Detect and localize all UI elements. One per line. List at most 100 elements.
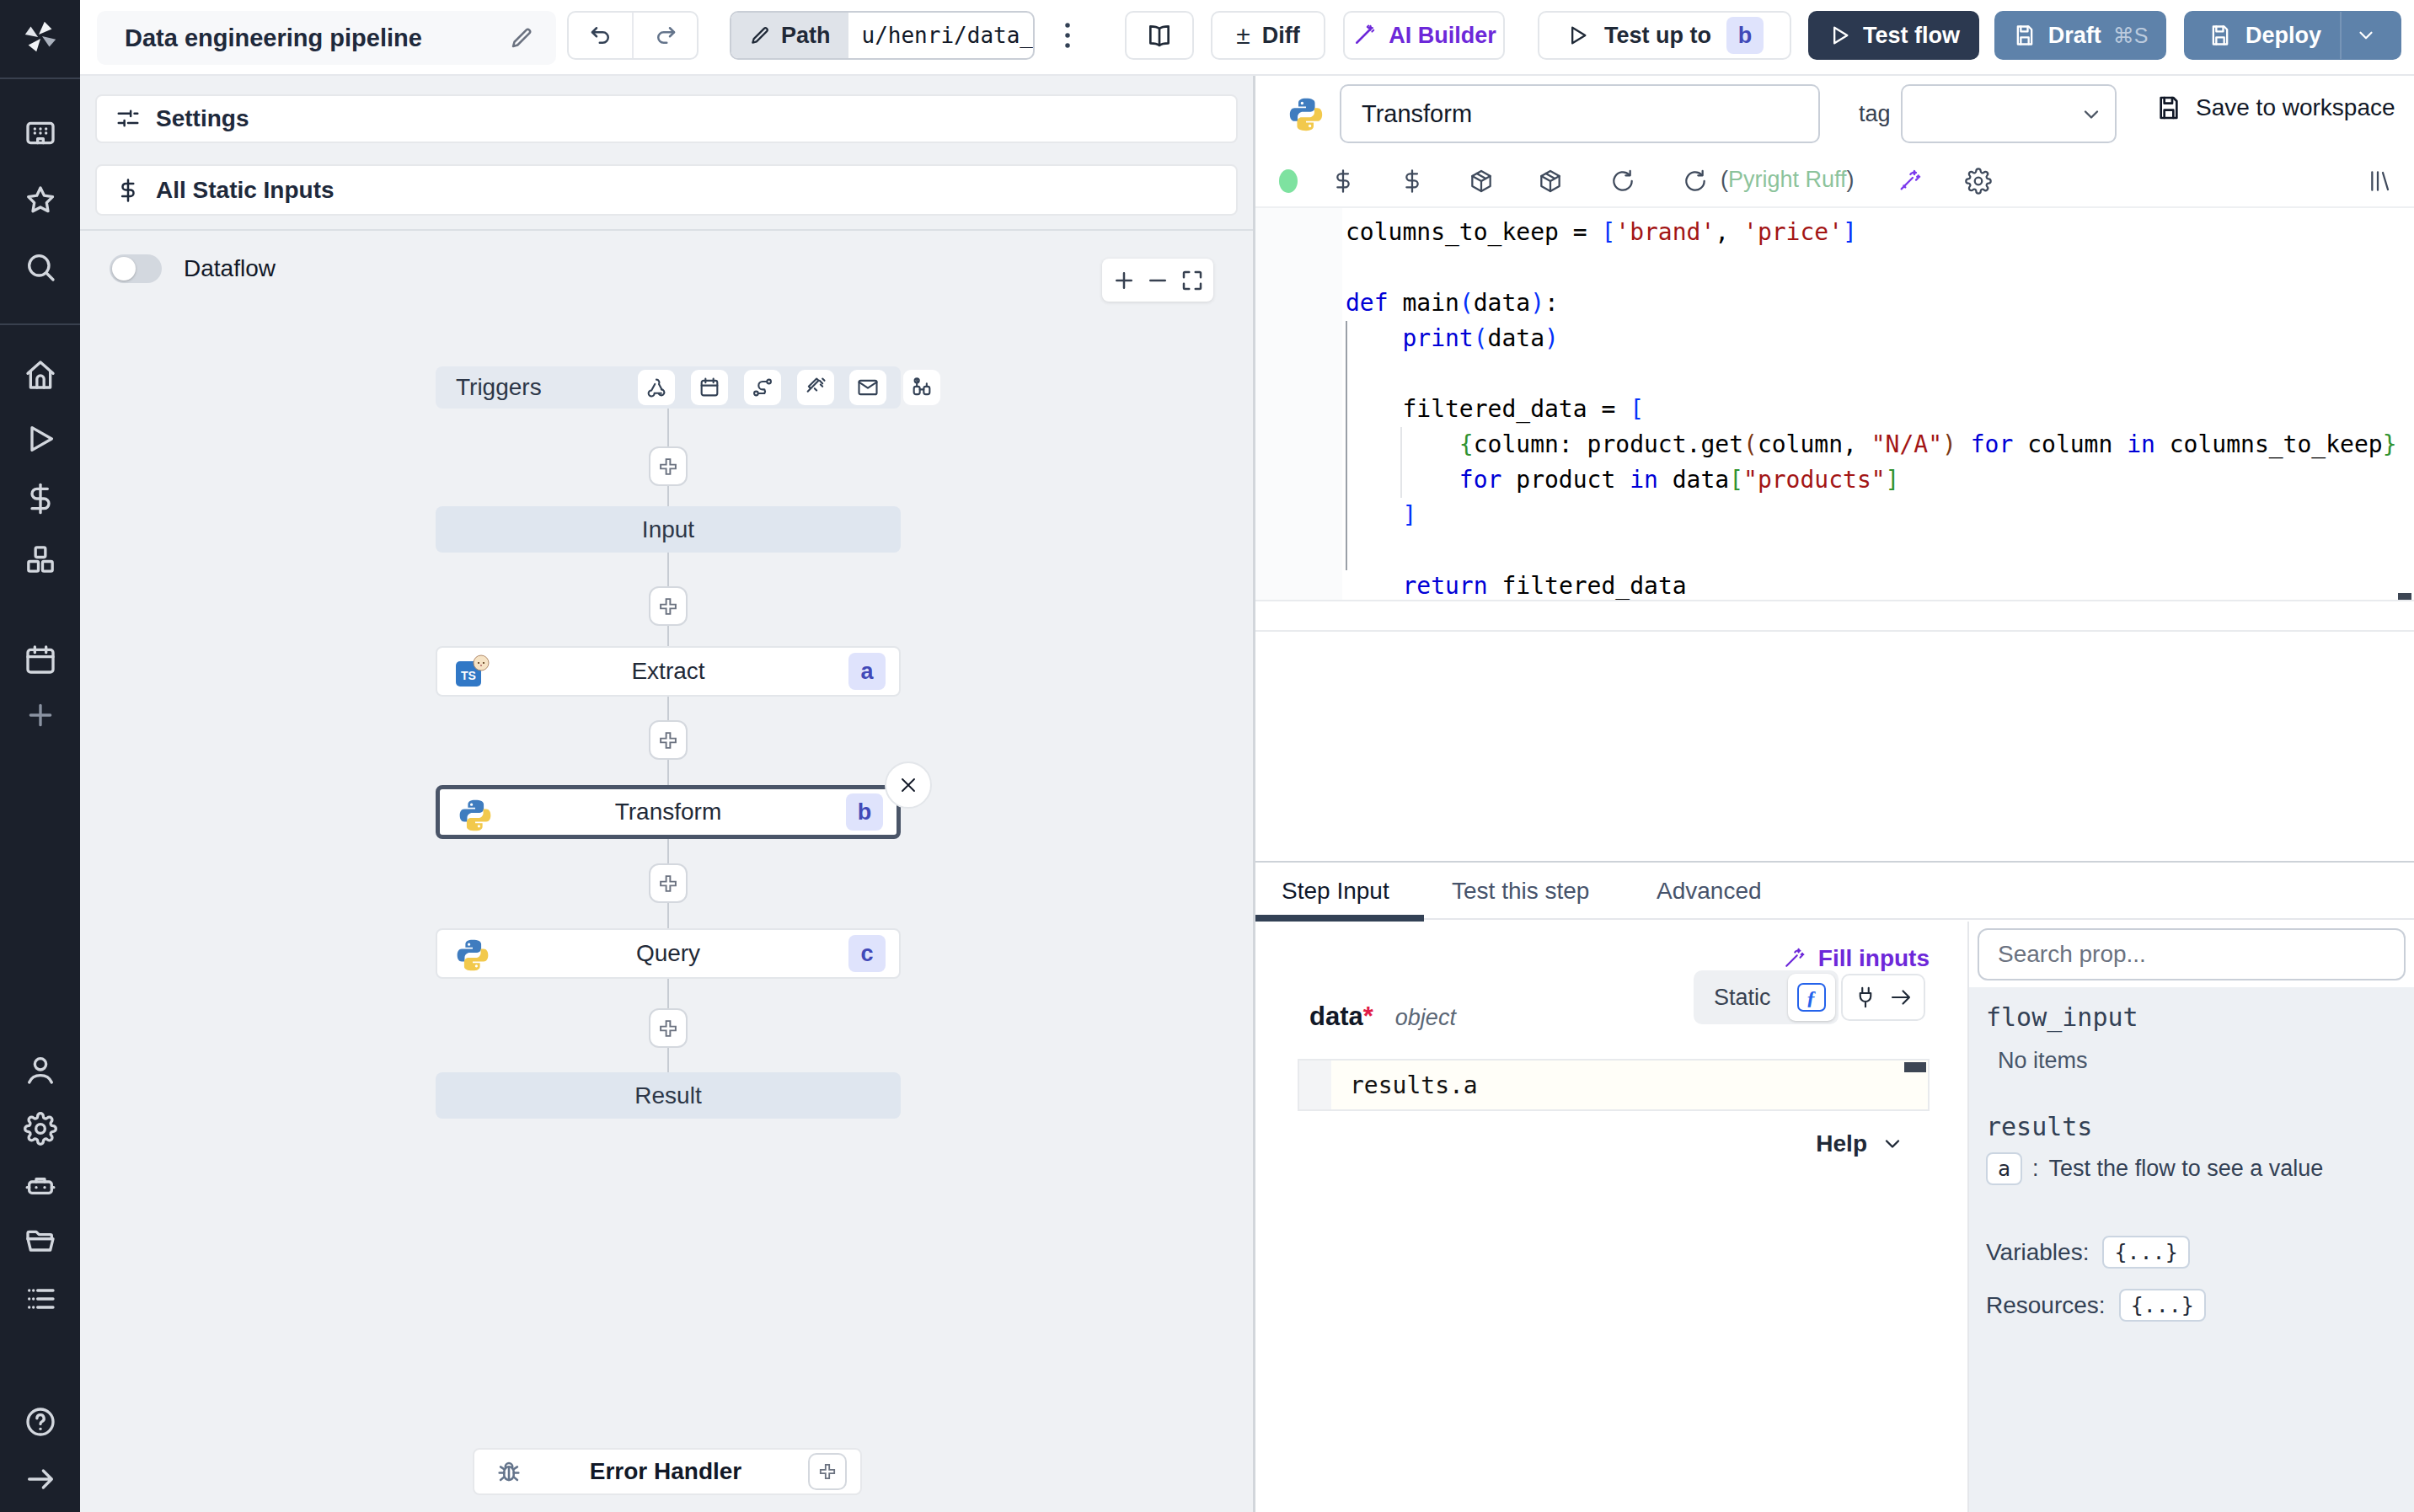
plug-icon[interactable] (1853, 985, 1878, 1010)
poll-trigger-icon[interactable] (903, 370, 940, 405)
dataflow-toggle[interactable] (110, 254, 162, 283)
all-static-inputs-button[interactable]: All Static Inputs (95, 164, 1238, 216)
variables-icon[interactable] (0, 482, 80, 516)
input-node[interactable]: Input (436, 506, 901, 553)
editor-settings-icon[interactable] (1965, 168, 1992, 195)
expression-value[interactable]: results.a (1350, 1071, 1478, 1099)
logs-icon[interactable] (0, 1282, 80, 1316)
http-route-trigger-icon[interactable] (744, 370, 781, 405)
workers-icon[interactable] (0, 1169, 80, 1203)
add-step-button[interactable] (649, 863, 688, 903)
reload-icon[interactable] (1682, 168, 1709, 195)
static-inputs-icon[interactable] (1330, 168, 1357, 195)
add-step-button[interactable] (649, 1008, 688, 1048)
search-prop-input[interactable]: Search prop... (1978, 928, 2406, 980)
remove-step-button[interactable] (885, 761, 932, 809)
resources-row[interactable]: Resources: {...} (1986, 1289, 2206, 1322)
schedule-trigger-icon[interactable] (691, 370, 728, 405)
ai-assist-icon[interactable] (1896, 168, 1923, 195)
flow-input-section[interactable]: flow_input (1986, 1002, 2138, 1032)
reload-icon[interactable] (1609, 168, 1636, 195)
code-line[interactable]: filtered_data = [ (1346, 392, 2397, 427)
code-editor[interactable]: columns_to_keep = ['brand', 'price'] def … (1255, 206, 2414, 600)
static-mode-option[interactable]: Static (1697, 985, 1788, 1011)
tab-advanced[interactable]: Advanced (1657, 863, 1762, 920)
redo-button[interactable] (634, 13, 697, 58)
javascript-mode-option[interactable]: ƒ (1788, 974, 1835, 1021)
code-line[interactable]: ] (1346, 498, 2397, 533)
code-line[interactable] (1346, 533, 2397, 569)
workspace-icon[interactable] (0, 116, 80, 150)
email-trigger-icon[interactable] (849, 370, 886, 405)
add-error-handler-button[interactable] (808, 1453, 847, 1490)
windmill-logo[interactable] (0, 17, 80, 56)
code-line[interactable]: for product in data["products"] (1346, 462, 2397, 498)
runs-icon[interactable] (0, 422, 80, 456)
step-label: Transform (440, 799, 897, 825)
package-icon[interactable] (1468, 168, 1495, 195)
path-input[interactable]: u/henri/data_ (848, 13, 1034, 58)
variables-row[interactable]: Variables: {...} (1986, 1236, 2190, 1269)
tag-select[interactable] (1901, 84, 2117, 143)
docs-button[interactable] (1125, 11, 1194, 60)
webhook-trigger-icon[interactable] (638, 370, 675, 405)
collapse-arrow-icon[interactable] (0, 1462, 80, 1496)
step-node-extract[interactable]: TS Extract a (436, 646, 901, 697)
triggers-node[interactable]: Triggers (436, 366, 901, 409)
step-node-transform[interactable]: Transform b (436, 785, 901, 839)
library-icon[interactable] (2368, 168, 2395, 195)
arrow-right-icon[interactable] (1888, 985, 1914, 1010)
fill-inputs-button[interactable]: Fill inputs (1781, 945, 1930, 972)
user-icon[interactable] (0, 1053, 80, 1087)
code-line[interactable]: print(data) (1346, 321, 2397, 356)
result-row[interactable]: a : Test the flow to see a value (1986, 1152, 2323, 1185)
code-line[interactable]: {column: product.get(column, "N/A") for … (1346, 427, 2397, 462)
code-line[interactable]: columns_to_keep = ['brand', 'price'] (1346, 215, 2397, 250)
home-icon[interactable] (0, 358, 80, 392)
fit-view-icon[interactable] (1180, 268, 1205, 293)
draft-button[interactable]: Draft ⌘S (1994, 11, 2166, 60)
help-toggle[interactable]: Help (1816, 1130, 1904, 1157)
add-icon[interactable] (0, 698, 80, 732)
test-flow-button[interactable]: Test flow (1808, 11, 1979, 60)
tab-test-this-step[interactable]: Test this step (1452, 863, 1589, 920)
ai-builder-button[interactable]: AI Builder (1343, 11, 1505, 60)
folders-icon[interactable] (0, 1225, 80, 1258)
resources-icon[interactable] (0, 542, 80, 576)
search-icon[interactable] (0, 250, 80, 284)
tab-step-input[interactable]: Step Input (1282, 863, 1389, 920)
save-to-workspace-button[interactable]: Save to workspace (2155, 94, 2395, 121)
star-icon[interactable] (0, 184, 80, 217)
test-up-to-button[interactable]: Test up to b (1538, 11, 1791, 60)
undo-button[interactable] (569, 13, 634, 58)
step-name-input[interactable]: Transform (1340, 84, 1820, 143)
help-icon[interactable] (0, 1405, 80, 1439)
diff-button[interactable]: ±Diff (1211, 11, 1325, 60)
add-step-button[interactable] (649, 720, 688, 760)
add-step-button[interactable] (649, 586, 688, 626)
settings-button[interactable]: Settings (95, 94, 1238, 143)
expression-editor[interactable]: results.a (1298, 1059, 1930, 1111)
zoom-out-icon[interactable] (1145, 268, 1170, 293)
settings-gear-icon[interactable] (0, 1112, 80, 1146)
code-line[interactable] (1346, 250, 2397, 286)
deploy-button[interactable]: Deploy (2184, 11, 2401, 60)
add-step-button[interactable] (649, 446, 688, 486)
result-node[interactable]: Result (436, 1072, 901, 1119)
error-handler-node[interactable]: Error Handler (473, 1448, 862, 1495)
code-line[interactable] (1346, 356, 2397, 392)
flow-title-box[interactable]: Data engineering pipeline (97, 11, 556, 65)
zoom-in-icon[interactable] (1111, 268, 1137, 293)
results-section[interactable]: results (1986, 1112, 2092, 1141)
static-inputs-icon[interactable] (1399, 168, 1426, 195)
package-icon[interactable] (1537, 168, 1564, 195)
kafka-trigger-icon[interactable] (797, 370, 834, 405)
path-button[interactable]: Path (731, 13, 848, 58)
code-line[interactable]: return filtered_data (1346, 569, 2397, 604)
edit-title-pencil-icon[interactable] (509, 25, 534, 51)
code-line[interactable]: def main(data): (1346, 286, 2397, 321)
more-menu-button[interactable] (1049, 17, 1086, 54)
schedules-icon[interactable] (0, 643, 80, 676)
step-node-query[interactable]: Query c (436, 928, 901, 979)
save-icon (2155, 94, 2182, 121)
